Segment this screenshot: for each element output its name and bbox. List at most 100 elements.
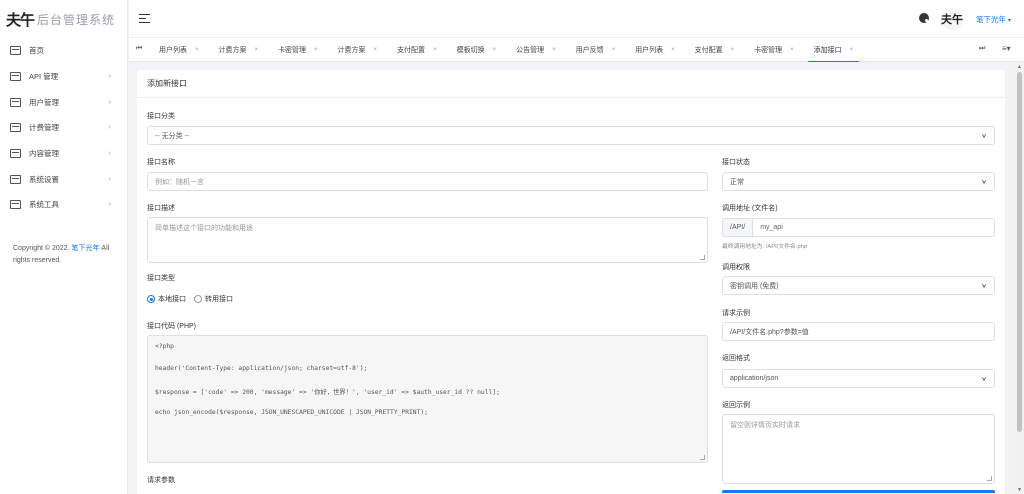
- close-icon[interactable]: ×: [433, 47, 437, 53]
- tab-scroll-right-icon[interactable]: ⏭: [979, 45, 985, 53]
- close-icon[interactable]: ×: [671, 47, 675, 53]
- logo-text: 后台管理系统: [37, 12, 116, 27]
- tab-2[interactable]: 卡密管理 ×: [268, 38, 328, 62]
- sidebar-item-label: API 管理: [29, 72, 59, 82]
- tab-label: 模板切换: [456, 47, 485, 54]
- tab-label: 添加接口: [813, 47, 842, 54]
- sidebar-item-6[interactable]: 系统工具 ›: [0, 192, 127, 218]
- return-format-select[interactable]: application/json ∨: [722, 369, 995, 388]
- call-url-label: 调用地址 (文件名): [722, 205, 778, 212]
- return-format-label: 返回格式: [722, 355, 750, 362]
- close-icon[interactable]: ×: [731, 47, 735, 53]
- theme-palette-icon[interactable]: [919, 13, 929, 23]
- return-example-placeholder: 留空则详情页实时请求: [730, 422, 800, 429]
- scroll-down-icon[interactable]: ▼: [1017, 487, 1022, 493]
- code-line: echo json_encode($response, JSON_UNESCAP…: [155, 409, 428, 416]
- tab-4[interactable]: 支付配置 ×: [387, 38, 447, 62]
- request-example-input[interactable]: /API/文件名.php?参数=值: [722, 322, 995, 341]
- user-menu[interactable]: 笔下光年 ▾: [976, 14, 1011, 25]
- call-url-group: /API/ my_api: [722, 218, 995, 237]
- sidebar-item-0[interactable]: 首页: [0, 38, 127, 64]
- code-line: <?php: [155, 343, 174, 350]
- tab-1[interactable]: 计费方案 ×: [209, 38, 269, 62]
- calendar-icon: [10, 97, 21, 107]
- chevron-right-icon: ›: [108, 98, 111, 106]
- category-value: -- 无分类 --: [155, 132, 190, 140]
- code-label: 接口代码 (PHP): [147, 323, 196, 330]
- avatar[interactable]: 夫午: [941, 8, 963, 30]
- sidebar-item-4[interactable]: 内容管理 ›: [0, 141, 127, 167]
- sidebar-item-1[interactable]: API 管理 ›: [0, 64, 127, 90]
- tab-6[interactable]: 公告管理 ×: [506, 38, 566, 62]
- request-example-value: /API/文件名.php?参数=值: [730, 328, 809, 336]
- topbar: 夫午 笔下光年 ▾: [129, 0, 1024, 38]
- tab-5[interactable]: 模板切换 ×: [447, 38, 507, 62]
- status-select[interactable]: 正常 ∨: [722, 172, 995, 191]
- resize-handle-icon[interactable]: [700, 455, 705, 460]
- code-editor[interactable]: <?php header('Content-Type: application/j…: [147, 335, 708, 463]
- tab-label: 用户列表: [159, 47, 187, 54]
- call-url-hint: 最终调用地址为: /API/文件名.php: [722, 244, 808, 250]
- close-icon[interactable]: ×: [374, 47, 378, 53]
- sidebar-item-5[interactable]: 系统设置 ›: [0, 166, 127, 192]
- permission-select[interactable]: 密钥调用 (免费) ∨: [722, 276, 995, 295]
- close-icon[interactable]: ×: [255, 47, 259, 53]
- return-format-value: application/json: [730, 375, 779, 382]
- close-icon[interactable]: ×: [790, 47, 794, 53]
- sidebar-item-label: 用户管理: [29, 97, 59, 107]
- calendar-icon: [10, 123, 21, 133]
- chevron-down-icon: ∨: [981, 282, 987, 289]
- tab-scroll-left-icon[interactable]: ⏮: [136, 45, 142, 53]
- close-icon[interactable]: ×: [850, 47, 854, 53]
- return-example-textarea[interactable]: 留空则详情页实时请求: [722, 414, 995, 484]
- chevron-right-icon: ›: [108, 124, 111, 132]
- category-label: 接口分类: [147, 113, 175, 120]
- logo-mark: 夫午: [6, 10, 35, 29]
- status-value: 正常: [730, 178, 744, 186]
- tab-label: 计费方案: [218, 47, 247, 54]
- tab-3[interactable]: 计费方案 ×: [328, 38, 388, 62]
- tab-menu-icon[interactable]: ≡▾: [1002, 44, 1011, 53]
- tab-label: 卡密管理: [278, 47, 307, 54]
- name-input[interactable]: 例如：随机一言: [147, 172, 708, 191]
- description-textarea[interactable]: 简单描述这个接口的功能和用途: [147, 217, 708, 263]
- category-select[interactable]: -- 无分类 -- ∨: [147, 126, 995, 145]
- chevron-down-icon: ∨: [981, 375, 987, 382]
- tab-bar: ⏮ 用户列表 × 计费方案 × 卡密管理 × 计费方案 × 支付配置 × 模板切换 × 公告管理 × 用户反…: [129, 38, 1024, 62]
- close-icon[interactable]: ×: [314, 47, 318, 53]
- tab-8[interactable]: 用户列表 ×: [625, 38, 685, 62]
- request-params-label: 请求参数: [147, 477, 175, 484]
- tab-7[interactable]: 用户反馈 ×: [566, 38, 626, 62]
- logo[interactable]: 夫午 后台管理系统: [0, 0, 127, 38]
- close-icon[interactable]: ×: [195, 47, 199, 53]
- chevron-right-icon: ›: [108, 175, 111, 183]
- sidebar-item-3[interactable]: 计费管理 ›: [0, 115, 127, 141]
- tab-10[interactable]: 卡密管理 ×: [744, 38, 804, 62]
- close-icon[interactable]: ×: [612, 47, 616, 53]
- chevron-down-icon: ∨: [981, 132, 987, 139]
- sidebar-item-label: 计费管理: [29, 123, 59, 133]
- type-radio-group: 本地接口 转用接口: [147, 294, 233, 304]
- close-icon[interactable]: ×: [552, 47, 556, 53]
- call-url-input[interactable]: my_api: [752, 218, 995, 237]
- menu-toggle-icon[interactable]: [139, 14, 150, 23]
- scroll-thumb[interactable]: [1017, 72, 1022, 432]
- submit-button-edge[interactable]: [722, 490, 995, 493]
- name-label: 接口名称: [147, 159, 175, 166]
- sidebar-item-2[interactable]: 用户管理 ›: [0, 89, 127, 115]
- page-scrollbar[interactable]: ▲ ▼: [1015, 62, 1024, 494]
- resize-handle-icon[interactable]: [700, 255, 705, 260]
- scroll-up-icon[interactable]: ▲: [1017, 64, 1022, 70]
- tab-11[interactable]: 添加接口 ×: [804, 38, 864, 62]
- copyright-link[interactable]: 笔下光年: [71, 245, 99, 252]
- close-icon[interactable]: ×: [493, 47, 497, 53]
- radio-local[interactable]: [147, 295, 155, 303]
- tab-9[interactable]: 支付配置 ×: [685, 38, 745, 62]
- tab-0[interactable]: 用户列表 ×: [149, 38, 209, 62]
- radio-forward[interactable]: [194, 295, 202, 303]
- tab-label: 支付配置: [397, 47, 426, 54]
- call-url-prefix: /API/: [722, 218, 753, 237]
- sidebar-item-label: 系统工具: [29, 200, 59, 210]
- resize-handle-icon[interactable]: [987, 476, 992, 481]
- calendar-icon: [10, 200, 21, 210]
